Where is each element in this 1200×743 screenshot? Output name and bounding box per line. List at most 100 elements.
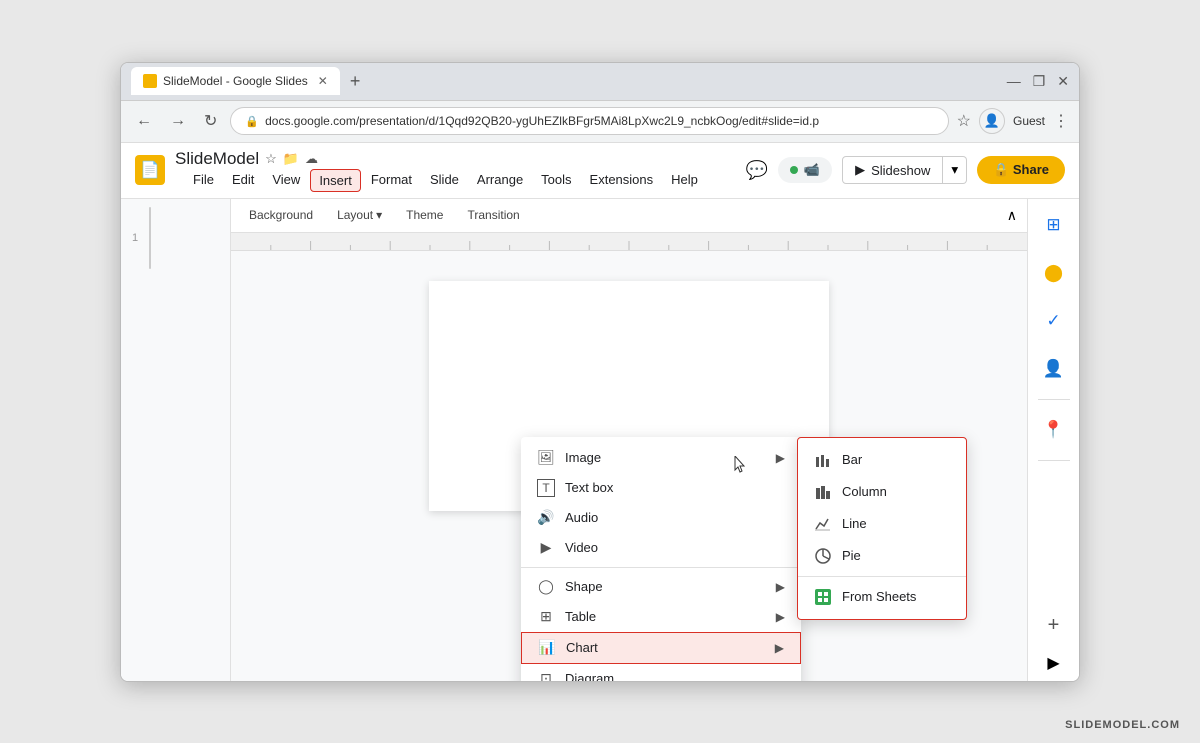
column-label: Column [842,484,950,499]
app-title: SlideModel [175,149,259,169]
theme-button[interactable]: Theme [398,205,451,225]
url-text: docs.google.com/presentation/d/1Qqd92QB2… [265,114,819,128]
minimize-button[interactable]: — [1007,73,1021,90]
app-menu: File Edit View Insert Format Slide Arran… [185,169,706,192]
chart-item-column[interactable]: Column [798,476,966,508]
main-content: 1 Background Layout ▾ Theme Transition [121,199,1079,681]
layout-arrow: ▾ [376,208,382,222]
slide-thumbnail[interactable]: 1 [149,207,151,269]
menu-item-diagram[interactable]: ⊡ Diagram [521,664,801,681]
right-panel-add-button[interactable]: + [1048,614,1060,637]
bar-label: Bar [842,452,950,467]
menu-item-textbox[interactable]: T Text box [521,473,801,503]
chart-item-pie[interactable]: Pie [798,540,966,572]
chart-item-from-sheets[interactable]: From Sheets [798,581,966,613]
video-icon: ▶ [537,539,555,557]
canvas-container: Background Layout ▾ Theme Transition ∧ [231,199,1027,681]
video-label: Video [565,540,785,555]
back-button[interactable]: ← [131,110,157,132]
image-label: Image [565,450,766,465]
menu-view[interactable]: View [264,169,308,192]
menu-edit[interactable]: Edit [224,169,262,192]
share-button[interactable]: 🔒 Share [977,156,1065,184]
address-bar: ← → ↻ 🔒 docs.google.com/presentation/d/1… [121,101,1079,143]
app-title-area: SlideModel ☆ 📁 ☁ File Edit View Insert F… [175,149,706,192]
diagram-label: Diagram [565,671,785,681]
menu-item-shape[interactable]: ◯ Shape ▶ [521,572,801,602]
transition-button[interactable]: Transition [459,205,527,225]
table-label: Table [565,609,766,624]
menu-item-table[interactable]: ⊞ Table ▶ [521,602,801,632]
slideshow-button[interactable]: ▶ Slideshow [842,156,943,184]
menu-arrange[interactable]: Arrange [469,169,531,192]
share-label: 🔒 Share [993,162,1049,178]
secondary-toolbar: Background Layout ▾ Theme Transition ∧ [231,199,1027,233]
new-tab-button[interactable]: + [346,71,365,92]
profile-button[interactable]: 👤 [979,108,1005,134]
menu-item-audio[interactable]: 🔊 Audio [521,503,801,533]
slideshow-dropdown-button[interactable]: ▾ [943,156,967,184]
from-sheets-icon [814,588,832,606]
app-header: 📄 SlideModel ☆ 📁 ☁ File Edit View Insert… [121,143,1079,199]
cloud-icon[interactable]: ☁ [305,151,318,167]
meet-indicator [790,166,798,174]
chart-item-line[interactable]: Line [798,508,966,540]
column-chart-icon [814,483,832,501]
menu-tools[interactable]: Tools [533,169,579,192]
right-panel-expand-button[interactable]: ▶ [1047,653,1059,673]
play-icon: ▶ [855,162,865,178]
menu-help[interactable]: Help [663,169,706,192]
bar-chart-icon [814,451,832,469]
slideshow-control: ▶ Slideshow ▾ [842,156,967,184]
refresh-button[interactable]: ↻ [199,109,222,133]
menu-item-video[interactable]: ▶ Video [521,533,801,563]
restore-button[interactable]: ❐ [1033,73,1046,90]
layout-button[interactable]: Layout ▾ [329,205,390,225]
theme-label: Theme [406,208,443,222]
canvas-area: 🖼 Image ▶ T Text box 🔊 Audio [231,251,1027,681]
chart-submenu: Bar Column Line [797,437,967,620]
background-button[interactable]: Background [241,205,321,225]
menu-file[interactable]: File [185,169,222,192]
tab-title: SlideModel - Google Slides [163,74,308,88]
line-chart-icon [814,515,832,533]
right-panel-person-icon[interactable]: 👤 [1036,351,1072,387]
lock-icon: 🔒 [245,115,259,128]
right-panel-separator [1038,399,1070,400]
tab-close-button[interactable]: ✕ [318,74,328,88]
transition-label: Transition [467,208,519,222]
collapse-icon[interactable]: ∧ [1007,207,1017,223]
ruler [231,233,1027,251]
more-options-icon[interactable]: ⋮ [1053,111,1069,131]
right-panel-slides-icon[interactable]: ⊞ [1036,207,1072,243]
right-panel-timer-icon[interactable]: ⬤ [1036,255,1072,291]
right-panel-location-icon[interactable]: 📍 [1036,412,1072,448]
menu-extensions[interactable]: Extensions [582,169,662,192]
star-icon[interactable]: ☆ [265,151,277,167]
folder-icon[interactable]: 📁 [283,151,299,167]
menu-insert[interactable]: Insert [310,169,361,192]
profile-label: Guest [1013,114,1045,128]
url-bar[interactable]: 🔒 docs.google.com/presentation/d/1Qqd92Q… [230,107,948,135]
forward-button[interactable]: → [165,110,191,132]
chart-item-bar[interactable]: Bar [798,444,966,476]
close-window-button[interactable]: ✕ [1057,73,1069,90]
bookmark-icon[interactable]: ☆ [957,111,971,131]
from-sheets-label: From Sheets [842,589,950,604]
shape-label: Shape [565,579,766,594]
menu-slide[interactable]: Slide [422,169,467,192]
right-panel-check-icon[interactable]: ✓ [1036,303,1072,339]
watermark: SLIDEMODEL.COM [1065,719,1180,731]
right-panel-separator2 [1038,460,1070,461]
tab-favicon [143,74,157,88]
textbox-icon: T [537,479,555,497]
comment-button[interactable]: 💬 [745,160,767,181]
insert-menu: 🖼 Image ▶ T Text box 🔊 Audio [521,437,801,681]
menu-format[interactable]: Format [363,169,420,192]
profile-area: ☆ 👤 Guest ⋮ [957,108,1069,134]
textbox-label: Text box [565,480,785,495]
meet-button[interactable]: 📹 [778,157,832,183]
browser-tab[interactable]: SlideModel - Google Slides ✕ [131,67,340,95]
menu-item-image[interactable]: 🖼 Image ▶ [521,443,801,473]
menu-item-chart[interactable]: 📊 Chart ▶ [521,632,801,664]
